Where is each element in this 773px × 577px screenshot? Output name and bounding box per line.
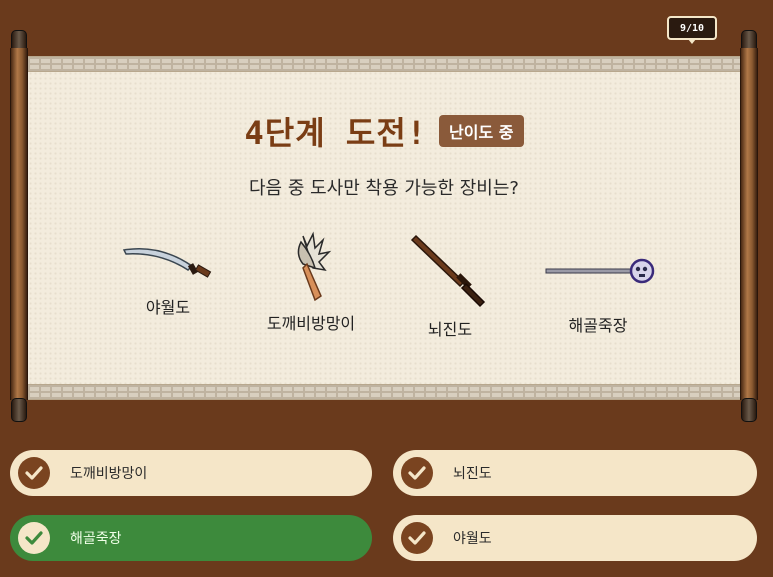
- answer-option-correct[interactable]: 해골죽장: [10, 515, 372, 561]
- stage-title: 4단계 도전!: [244, 114, 428, 152]
- skull-staff-icon: [545, 258, 655, 284]
- dark-sword-icon: [410, 234, 486, 308]
- title-row: 4단계 도전! 난이도 중: [28, 108, 740, 154]
- check-icon: [18, 522, 50, 554]
- item-label: 도깨비방망이: [266, 314, 356, 333]
- question-scroll: 4단계 도전! 난이도 중 다음 중 도사만 착용 가능한 장비는? 야월도 도…: [28, 56, 740, 400]
- scroll-rod-right: [740, 48, 758, 400]
- item-card: 해골죽장: [528, 256, 668, 336]
- answer-option[interactable]: 야월도: [393, 515, 757, 561]
- curved-blade-icon: [122, 247, 212, 278]
- scroll-knob-right-bottom: [741, 398, 757, 422]
- scroll-border-bottom: [28, 384, 740, 400]
- item-label: 뇌진도: [427, 320, 473, 339]
- answer-label: 해골죽장: [70, 531, 122, 547]
- item-card: 뇌진도: [380, 232, 520, 340]
- check-icon: [401, 457, 433, 489]
- answer-label: 야월도: [453, 531, 492, 547]
- progress-badge: 9/10: [667, 16, 717, 44]
- check-icon: [401, 522, 433, 554]
- question-text: 다음 중 도사만 착용 가능한 장비는?: [248, 178, 519, 199]
- spiked-club-icon: [297, 231, 332, 302]
- item-label: 야월도: [145, 298, 191, 317]
- answer-option[interactable]: 도깨비방망이: [10, 450, 372, 496]
- answer-label: 뇌진도: [453, 466, 492, 482]
- answer-label: 도깨비방망이: [70, 466, 148, 482]
- item-card: 야월도: [98, 236, 238, 318]
- item-card: 도깨비방망이: [241, 230, 381, 334]
- scroll-knob-left-bottom: [11, 398, 27, 422]
- scroll-border-top: [28, 56, 740, 72]
- item-label: 해골죽장: [568, 316, 628, 335]
- check-icon: [18, 457, 50, 489]
- scroll-rod-left: [10, 48, 28, 400]
- answer-option[interactable]: 뇌진도: [393, 450, 757, 496]
- difficulty-badge: 난이도 중: [439, 115, 524, 147]
